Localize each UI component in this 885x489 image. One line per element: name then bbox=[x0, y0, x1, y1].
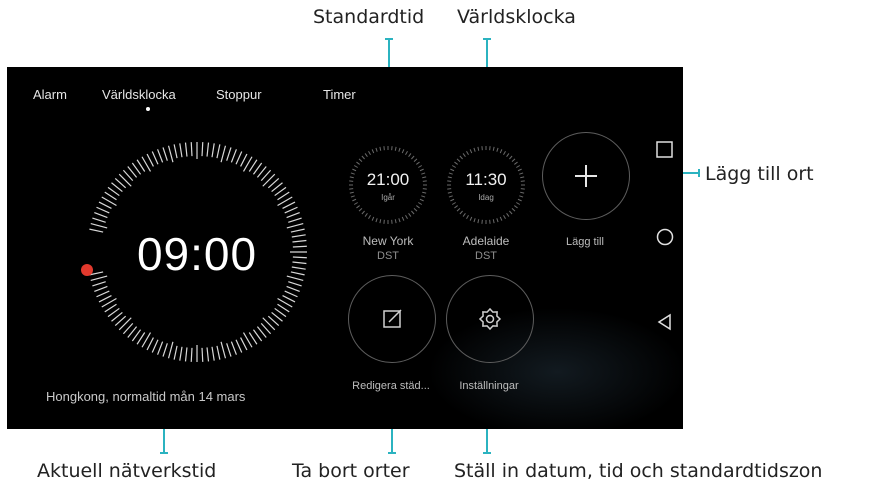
city-dst: DST bbox=[377, 250, 399, 262]
leader-cap bbox=[160, 452, 168, 454]
leader-cap bbox=[388, 452, 396, 454]
settings-label: Inställningar bbox=[459, 380, 519, 392]
second-hand-dot-icon bbox=[81, 264, 93, 276]
city-dst: DST bbox=[475, 250, 497, 262]
city-day: Idag bbox=[478, 193, 494, 202]
plus-icon bbox=[575, 165, 597, 187]
tab-varldsklocka[interactable]: Världsklocka bbox=[102, 87, 176, 102]
gear-icon bbox=[478, 307, 502, 331]
triangle-back-icon[interactable] bbox=[655, 312, 675, 332]
phone-screen: Alarm Världsklocka Stoppur Timer 09:00 H… bbox=[7, 67, 683, 429]
local-time: 09:00 bbox=[136, 228, 258, 280]
callout-ta-bort-orter: Ta bort orter bbox=[292, 460, 410, 482]
callout-lagg-till-ort: Lägg till ort bbox=[705, 163, 814, 185]
add-city-button[interactable] bbox=[542, 132, 630, 220]
city-time: 11:30 bbox=[465, 170, 507, 189]
callout-varldsklocka: Världsklocka bbox=[457, 6, 576, 28]
callout-aktuell-natverkstid: Aktuell nätverkstid bbox=[37, 460, 217, 482]
settings-button[interactable] bbox=[446, 275, 534, 363]
edit-icon bbox=[383, 309, 402, 328]
callout-standardtid: Standardtid bbox=[313, 6, 425, 28]
leader-cap bbox=[385, 38, 393, 40]
leader-cap bbox=[483, 452, 491, 454]
leader-cap bbox=[483, 38, 491, 40]
city-day: Igår bbox=[381, 193, 395, 202]
circle-icon[interactable] bbox=[655, 227, 675, 247]
tab-alarm[interactable]: Alarm bbox=[33, 87, 67, 102]
active-tab-indicator bbox=[146, 107, 150, 111]
tab-stoppur[interactable]: Stoppur bbox=[216, 87, 262, 102]
local-info: Hongkong, normaltid mån 14 mars bbox=[46, 389, 246, 404]
callout-stall-in: Ställ in datum, tid och standardtidszon bbox=[454, 460, 823, 482]
tab-timer[interactable]: Timer bbox=[323, 87, 356, 102]
city-clock-adelaide[interactable]: 11:30 Idag bbox=[446, 145, 526, 225]
add-city-label: Lägg till bbox=[566, 236, 604, 248]
city-name: New York bbox=[362, 234, 414, 248]
city-clock-new-york[interactable]: 21:00 Igår bbox=[348, 145, 428, 225]
leader-cap bbox=[698, 169, 700, 177]
square-icon[interactable] bbox=[655, 140, 675, 160]
edit-cities-button[interactable] bbox=[348, 275, 436, 363]
city-time: 21:00 bbox=[366, 170, 410, 189]
